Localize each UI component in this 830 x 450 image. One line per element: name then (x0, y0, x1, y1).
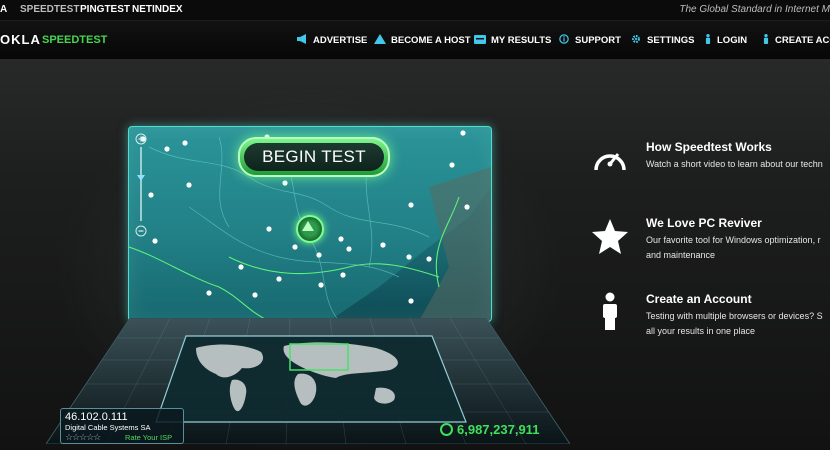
triangle-icon (374, 34, 386, 44)
person-icon (603, 292, 617, 330)
main-nav: OKLA SPEEDTEST ADVERTISE BECOME A HOST M… (0, 21, 830, 60)
test-counter: 6,987,237,911 (440, 422, 539, 437)
gear-icon (632, 35, 640, 43)
nav-support[interactable]: SUPPORT (558, 34, 621, 46)
nav-create-account-label: CREATE ACC (775, 35, 830, 46)
nav-create-account[interactable]: CREATE ACC (762, 34, 830, 46)
top-link-a[interactable]: A (0, 4, 7, 15)
ookla-logo[interactable]: OKLA (0, 32, 41, 47)
feature-desc-line: Our favorite tool for Windows optimizati… (646, 235, 821, 245)
megaphone-icon (297, 34, 306, 44)
tagline: The Global Standard in Internet M (679, 4, 830, 15)
feature-title[interactable]: How Speedtest Works (646, 140, 772, 154)
person-icon (705, 34, 711, 44)
nav-settings[interactable]: SETTINGS (630, 34, 695, 46)
nav-login-label: LOGIN (717, 35, 748, 46)
nav-my-results-label: MY RESULTS (491, 35, 552, 46)
triangle-icon (302, 221, 314, 231)
nav-advertise-label: ADVERTISE (313, 35, 368, 46)
feature-how-speedtest-works[interactable]: How Speedtest Works Watch a short video … (590, 140, 830, 180)
nav-advertise[interactable]: ADVERTISE (296, 34, 367, 46)
isp-rating-stars[interactable]: ☆☆☆☆☆ (65, 432, 101, 443)
speedtest-brand[interactable]: SPEEDTEST (42, 34, 107, 46)
nav-settings-label: SETTINGS (647, 35, 695, 46)
info-icon (559, 34, 569, 44)
feature-desc: Watch a short video to learn about our t… (646, 157, 830, 172)
zoom-slider[interactable] (135, 133, 147, 237)
feature-desc-line: Watch a short video to learn about our t… (646, 159, 823, 169)
feature-desc: Testing with multiple browsers or device… (646, 309, 830, 339)
nav-become-host-label: BECOME A HOST (391, 35, 471, 46)
star-icon (592, 219, 628, 254)
feature-desc: Our favorite tool for Windows optimizati… (646, 233, 830, 263)
isp-name: Digital Cable Systems SA (65, 423, 151, 432)
ip-address: 46.102.0.111 (65, 411, 128, 423)
nav-my-results[interactable]: MY RESULTS (474, 34, 551, 46)
feature-desc-line: and maintenance (646, 250, 716, 260)
feature-title[interactable]: Create an Account (646, 292, 752, 306)
top-link-speedtest[interactable]: SPEEDTEST (20, 4, 79, 15)
begin-test-button[interactable]: BEGIN TEST (238, 137, 390, 177)
zoom-control (135, 133, 147, 237)
results-icon (474, 35, 486, 44)
counter-icon (440, 423, 453, 436)
begin-test-label: BEGIN TEST (244, 143, 384, 171)
nav-support-label: SUPPORT (575, 35, 621, 46)
feature-desc-line: all your results in one place (646, 326, 756, 336)
top-links-bar: A SPEEDTEST PINGTEST NETINDEX The Global… (0, 0, 830, 21)
gauge-icon (594, 153, 626, 171)
test-count-value: 6,987,237,911 (457, 422, 540, 437)
selected-server-pin[interactable] (296, 215, 324, 243)
feature-create-account[interactable]: Create an Account Testing with multiple … (590, 292, 830, 342)
ip-info-box: 46.102.0.111 Digital Cable Systems SA ☆☆… (60, 408, 184, 444)
nav-login[interactable]: LOGIN (704, 34, 747, 46)
feature-title[interactable]: We Love PC Reviver (646, 216, 762, 230)
feature-pc-reviver[interactable]: We Love PC Reviver Our favorite tool for… (590, 216, 830, 266)
top-link-pingtest[interactable]: PINGTEST (80, 4, 130, 15)
nav-become-host[interactable]: BECOME A HOST (374, 34, 471, 46)
feature-desc-line: Testing with multiple browsers or device… (646, 311, 823, 321)
rate-isp-link[interactable]: Rate Your ISP (125, 433, 172, 442)
person-icon (763, 34, 769, 44)
top-link-netindex[interactable]: NETINDEX (132, 4, 183, 15)
